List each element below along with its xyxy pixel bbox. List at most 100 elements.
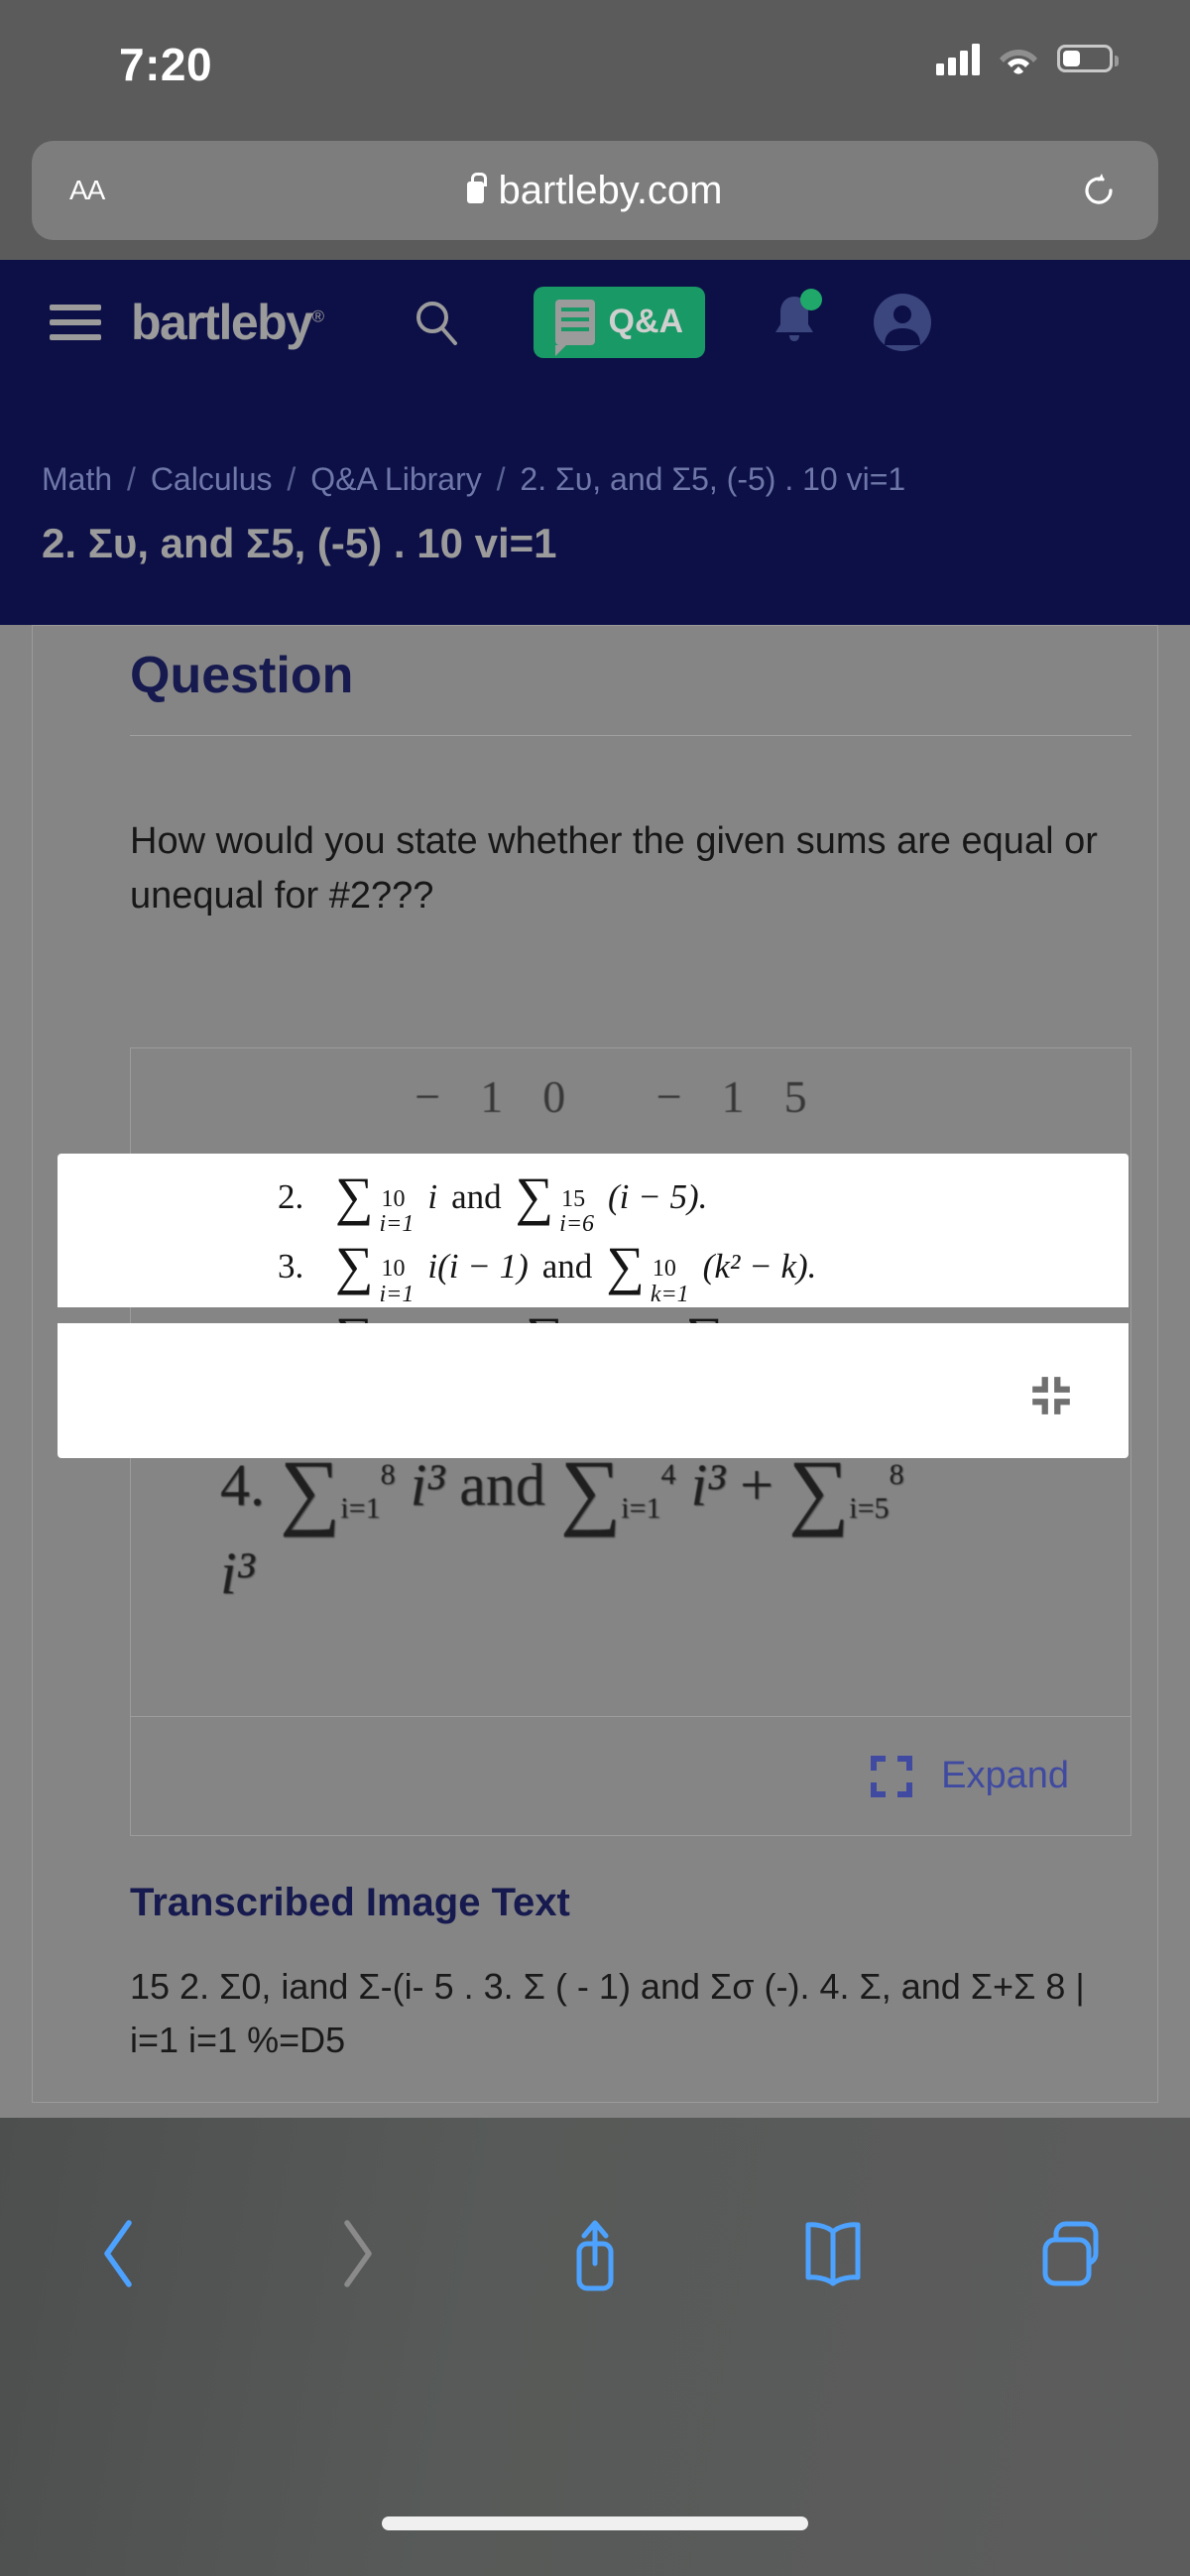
sigma-limits: 15 i=6	[559, 1186, 595, 1238]
hamburger-menu-icon[interactable]	[50, 296, 101, 349]
expand-button[interactable]: Expand	[870, 1755, 1069, 1798]
overlay-formula-row-2: 2. ∑ 10 i=1 i and ∑ 15 i=6 (i − 5).	[278, 1169, 816, 1239]
formula-term: i(i − 1)	[427, 1247, 529, 1287]
site-navigation-bar: bartleby® Q&A	[0, 260, 1190, 384]
row-number: 3.	[278, 1247, 304, 1287]
scan-visible-formula: 4. ∑i=18 i³ and ∑i=14 i³ + ∑i=58 i³	[220, 1440, 934, 1608]
notification-bell-icon[interactable]	[771, 289, 823, 351]
forward-chevron-icon	[344, 2220, 372, 2287]
notification-badge	[800, 289, 823, 310]
sigma-lower: i=1	[379, 1281, 415, 1307]
share-button[interactable]	[476, 2214, 714, 2293]
sigma-limits: 10 i=1	[379, 1186, 415, 1238]
breadcrumb-item-current: 2. Συ, and Σ5, (-5) . 10 vi=1	[520, 461, 906, 497]
search-icon[interactable]	[409, 295, 464, 350]
sigma-lower: i=1	[621, 1492, 661, 1525]
formula-term: i³	[410, 1452, 445, 1518]
expand-corners-icon	[871, 1755, 913, 1797]
breadcrumb-item-qa-library[interactable]: Q&A Library	[310, 461, 482, 497]
back-chevron-icon	[104, 2220, 132, 2287]
transcribed-body: 15 2. Σ0, iand Σ-(i- 5 . 3. Σ ( - 1) and…	[130, 1966, 1085, 2060]
breadcrumb-separator: /	[287, 461, 297, 497]
status-bar-indicators	[936, 42, 1119, 75]
breadcrumb-separator: /	[127, 461, 136, 497]
bookmarks-button[interactable]	[714, 2218, 952, 2289]
safari-bottom-toolbar	[0, 2118, 1190, 2576]
summation-symbol: ∑	[515, 1166, 554, 1226]
breadcrumb-item-math[interactable]: Math	[42, 461, 112, 497]
breadcrumb-item-calculus[interactable]: Calculus	[151, 461, 273, 497]
text-size-button[interactable]: AA	[69, 175, 105, 206]
battery-icon	[1057, 45, 1119, 72]
divider	[130, 735, 1131, 736]
ios-status-bar: 7:20	[0, 0, 1190, 154]
overlay-formula-row-3: 3. ∑ 10 i=1 i(i − 1) and ∑ 10 k=1 (k² − …	[278, 1239, 816, 1308]
sigma-limits: 10 i=1	[379, 1256, 415, 1307]
account-avatar-icon[interactable]	[872, 292, 933, 353]
formula-connector: and	[451, 1177, 502, 1216]
question-body-text: How would you state whether the given su…	[130, 820, 1098, 918]
summation-symbol: ∑	[335, 1236, 374, 1296]
formula-term: i³	[220, 1540, 255, 1606]
formula-connector: and	[459, 1452, 545, 1518]
sigma-limits: 10 k=1	[650, 1256, 689, 1307]
collapse-corners-icon[interactable]	[1028, 1373, 1074, 1418]
sigma-upper: 10	[381, 1186, 406, 1212]
formula-number: 4.	[220, 1452, 265, 1518]
sigma-upper: 15	[561, 1186, 586, 1212]
formula-term: i³	[690, 1452, 726, 1518]
formula-term: (k² − k).	[702, 1247, 817, 1287]
summation-symbol: ∑	[606, 1236, 645, 1296]
summation-symbol: ∑	[335, 1166, 374, 1226]
sigma-lower: i=5	[849, 1492, 890, 1525]
breadcrumb-separator: /	[496, 461, 506, 497]
sigma-upper: 4	[660, 1458, 676, 1491]
address-bar[interactable]: AA bartleby.com	[32, 141, 1158, 240]
sigma-upper: 8	[380, 1458, 396, 1491]
back-button[interactable]	[0, 2217, 238, 2290]
url-text: bartleby.com	[498, 168, 723, 212]
question-heading: Question	[130, 647, 354, 704]
sigma-upper: 10	[652, 1256, 676, 1283]
tabs-icon	[1042, 2221, 1099, 2286]
page-title: 2. Συ, and Σ5, (-5) . 10 vi=1	[42, 520, 557, 566]
status-bar-clock: 7:20	[119, 39, 213, 90]
zoom-overlay-top-panel: 2. ∑ 10 i=1 i and ∑ 15 i=6 (i − 5). 3. ∑	[58, 1154, 1129, 1377]
formula-connector: and	[541, 1247, 593, 1287]
reload-icon[interactable]	[1081, 173, 1117, 208]
formula-term: i	[427, 1177, 438, 1216]
expand-bar: Expand	[130, 1717, 1131, 1836]
toolbar-icons	[0, 2179, 1190, 2328]
document-chat-icon	[554, 299, 595, 356]
sigma-lower: i=1	[379, 1211, 415, 1238]
book-icon	[805, 2222, 861, 2286]
formula-term: (i − 5).	[608, 1177, 708, 1216]
transcribed-heading: Transcribed Image Text	[130, 1881, 570, 1924]
wifi-icon	[1000, 50, 1037, 74]
cellular-signal-icon	[936, 42, 980, 75]
qa-button-label: Q&A	[608, 303, 684, 340]
phone-screen: 7:20 AA bartleby.com bartleby® Q&A Math …	[0, 0, 1190, 2576]
sigma-lower: i=6	[559, 1211, 595, 1238]
sigma-upper: 8	[889, 1458, 904, 1491]
scan-partial-top-line: −10 −15	[415, 1071, 847, 1122]
bartleby-logo[interactable]: bartleby®	[131, 294, 325, 351]
qa-button[interactable]: Q&A	[533, 286, 706, 358]
trademark-symbol: ®	[311, 306, 325, 325]
share-icon	[576, 2220, 614, 2291]
forward-button[interactable]	[238, 2217, 476, 2290]
expand-button-label: Expand	[941, 1755, 1069, 1796]
url-display[interactable]: bartleby.com	[32, 169, 1158, 213]
zoom-overlay-bottom-panel	[58, 1323, 1129, 1458]
formula-plus: +	[740, 1452, 774, 1518]
sigma-lower: i=1	[340, 1492, 381, 1525]
sigma-lower: k=1	[650, 1281, 689, 1307]
sigma-upper: 10	[381, 1256, 406, 1283]
row-number: 2.	[278, 1177, 304, 1216]
logo-text: bartleby	[131, 294, 313, 350]
home-indicator	[382, 2516, 808, 2530]
tabs-button[interactable]	[952, 2218, 1190, 2289]
safari-url-bar-container: AA bartleby.com	[0, 141, 1190, 260]
text-size-label: AA	[69, 175, 105, 205]
lock-icon	[467, 173, 487, 203]
